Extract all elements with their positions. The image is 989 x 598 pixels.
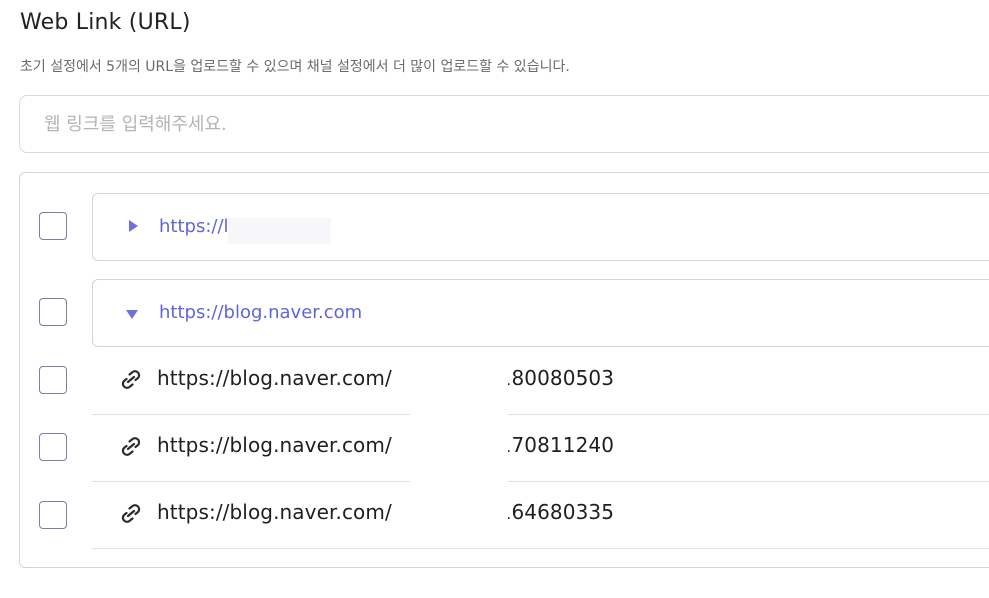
caret-right-icon[interactable]	[129, 220, 138, 232]
child-url-prefix: https://blog.naver.com/	[157, 433, 392, 457]
child-url-prefix: https://blog.naver.com/	[157, 500, 392, 524]
child-url-prefix: https://blog.naver.com/	[157, 366, 392, 390]
child-url-text[interactable]: https://blog.naver.com/3180080503	[157, 366, 614, 390]
url-group-header-1[interactable]: https://l ac.kr	[92, 193, 989, 261]
caret-down-icon[interactable]	[126, 310, 138, 319]
redacted-area	[228, 218, 331, 244]
child-url-row[interactable]: https://blog.naver.com/3170811240	[92, 414, 989, 482]
child-checkbox-3[interactable]	[39, 501, 67, 529]
url-group-header-2[interactable]: https://blog.naver.com	[92, 279, 989, 347]
link-icon	[121, 370, 141, 389]
group-checkbox-2[interactable]	[39, 298, 67, 326]
link-icon	[121, 437, 141, 456]
child-url-text[interactable]: https://blog.naver.com/3170811240	[157, 433, 614, 457]
child-checkbox-1[interactable]	[39, 366, 67, 394]
web-link-input[interactable]	[19, 95, 989, 153]
section-title: Web Link (URL)	[20, 10, 191, 35]
child-url-row[interactable]: https://blog.naver.com/3164680335	[92, 481, 989, 549]
child-url-row[interactable]: https://blog.naver.com/3180080503	[92, 347, 989, 415]
group-url-link[interactable]: https://blog.naver.com	[159, 302, 362, 323]
child-checkbox-2[interactable]	[39, 433, 67, 461]
section-description: 초기 설정에서 5개의 URL을 업로드할 수 있으며 채널 설정에서 더 많이…	[20, 59, 570, 75]
redaction-block	[410, 368, 508, 538]
group-checkbox-1[interactable]	[39, 212, 67, 240]
link-icon	[121, 504, 141, 523]
child-url-text[interactable]: https://blog.naver.com/3164680335	[157, 500, 614, 524]
web-link-settings: Web Link (URL) 초기 설정에서 5개의 URL을 업로드할 수 있…	[0, 0, 989, 598]
